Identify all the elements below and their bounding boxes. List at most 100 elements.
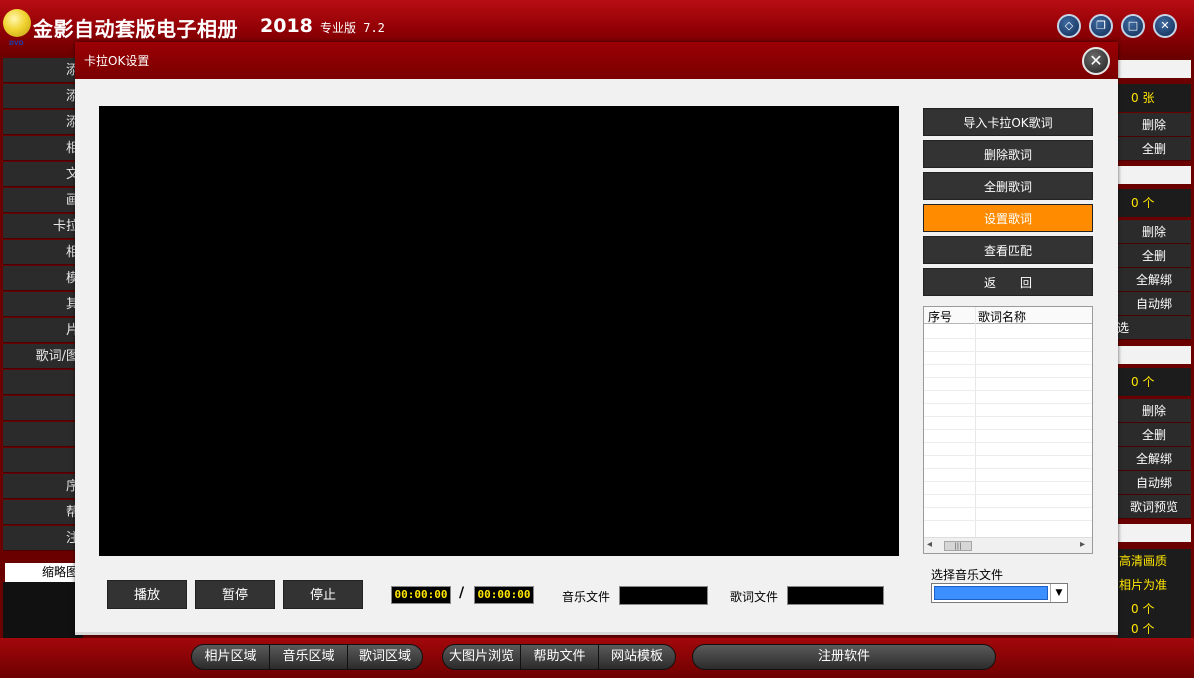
list-row-line [924, 403, 1092, 404]
left-menu-item[interactable] [3, 370, 83, 395]
left-menu-item[interactable]: 帮 [3, 500, 83, 525]
photo-delete-button[interactable]: 删除 [1117, 113, 1191, 137]
music-unbind-all-button[interactable]: 全解绑 [1117, 268, 1191, 292]
list-row-line [924, 455, 1092, 456]
left-menu-item[interactable]: 模 [3, 266, 83, 291]
list-row-line [924, 390, 1092, 391]
left-menu-item[interactable]: 相 [3, 240, 83, 265]
horizontal-scrollbar[interactable]: ◂ ||| ▸ [924, 537, 1092, 553]
left-menu-item[interactable]: 注 [3, 526, 83, 551]
music-auto-bind-button[interactable]: 自动绑 [1117, 292, 1191, 316]
list-row-line [924, 338, 1092, 339]
lyric-count: 0 个 [1117, 368, 1191, 396]
left-menu-item[interactable]: 其 [3, 292, 83, 317]
lyric-auto-bind-button[interactable]: 自动绑 [1117, 471, 1191, 495]
pause-button[interactable]: 暂停 [195, 580, 275, 609]
photo-area-button[interactable]: 相片区域 [192, 645, 270, 669]
dialog-close-icon[interactable]: ✕ [1082, 47, 1110, 75]
chevron-down-icon[interactable]: ▼ [1050, 584, 1067, 602]
left-menu-panel: 添 添 添 相 文 画 卡拉 相 模 其 片 歌词/图 序 帮 注 [3, 58, 83, 638]
left-menu-item[interactable]: 添 [3, 84, 83, 109]
left-menu-item[interactable]: 序 [3, 474, 83, 499]
music-count: 0 个 [1117, 189, 1191, 217]
list-row-line [924, 351, 1092, 352]
restore-icon[interactable]: ❐ [1089, 14, 1113, 38]
website-template-button[interactable]: 网站模板 [599, 645, 675, 669]
music-file-field[interactable] [619, 586, 708, 605]
list-header: 序号 歌词名称 [924, 307, 1092, 324]
large-image-browse-button[interactable]: 大图片浏览 [443, 645, 521, 669]
bottom-toolbar: 相片区域 音乐区域 歌词区域 大图片浏览 帮助文件 网站模板 注册软件 [0, 638, 1194, 678]
video-preview [99, 106, 899, 556]
music-file-label: 音乐文件 [562, 590, 611, 604]
scroll-thumb[interactable]: ||| [944, 541, 972, 551]
lyric-file-field[interactable] [787, 586, 884, 605]
list-row-line [924, 507, 1092, 508]
left-menu-item[interactable]: 卡拉 [3, 214, 83, 239]
left-menu-item[interactable]: 添 [3, 110, 83, 135]
column-header-lyric-name[interactable]: 歌词名称 [978, 308, 1026, 325]
left-menu-item[interactable]: 文 [3, 162, 83, 187]
set-lyrics-button[interactable]: 设置歌词 [923, 204, 1093, 232]
left-menu-item[interactable]: 相 [3, 136, 83, 161]
left-menu-item[interactable] [3, 448, 83, 473]
import-karaoke-lyrics-button[interactable]: 导入卡拉OK歌词 [923, 108, 1093, 136]
photo-section-header [1117, 60, 1191, 78]
lyric-preview-button[interactable]: 歌词预览 [1117, 495, 1191, 519]
left-menu-item[interactable]: 片 [3, 318, 83, 343]
app-title: 金影自动套版电子相册 [33, 17, 238, 41]
lyric-unbind-all-button[interactable]: 全解绑 [1117, 447, 1191, 471]
right-info-panel: 0 张 删除 全删 0 个 删除 全删 全解绑 自动绑 选 0 个 删除 全删 … [1117, 58, 1194, 638]
list-row-line [924, 377, 1092, 378]
diamond-icon[interactable]: ◇ [1057, 14, 1081, 38]
lyric-area-button[interactable]: 歌词区域 [348, 645, 422, 669]
list-row-line [924, 429, 1092, 430]
total-time-display: 00:00:00 [474, 586, 534, 604]
music-extra-item[interactable]: 选 [1117, 316, 1191, 340]
left-menu-item[interactable]: 添 [3, 58, 83, 83]
column-separator [975, 307, 976, 537]
left-menu-item[interactable]: 画 [3, 188, 83, 213]
app-year: 2018 [260, 15, 313, 37]
list-row-line [924, 442, 1092, 443]
left-menu-item[interactable] [3, 396, 83, 421]
lyric-delete-all-button[interactable]: 全删 [1117, 423, 1191, 447]
left-menu-item[interactable] [3, 422, 83, 447]
lyric-section-header [1117, 346, 1191, 364]
scroll-left-arrow-icon[interactable]: ◂ [927, 539, 932, 550]
app-logo-icon: DVD [3, 9, 31, 47]
stop-button[interactable]: 停止 [283, 580, 363, 609]
music-delete-all-button[interactable]: 全删 [1117, 244, 1191, 268]
left-menu-item[interactable]: 歌词/图 [3, 344, 83, 369]
list-row-line [924, 494, 1092, 495]
list-row-line [924, 520, 1092, 521]
photo-count: 0 张 [1117, 84, 1191, 112]
list-row-line [924, 416, 1092, 417]
delete-all-lyrics-button[interactable]: 全删歌词 [923, 172, 1093, 200]
view-match-button[interactable]: 查看匹配 [923, 236, 1093, 264]
delete-lyrics-button[interactable]: 删除歌词 [923, 140, 1093, 168]
list-row-line [924, 364, 1092, 365]
dialog-title: 卡拉OK设置 [84, 54, 150, 68]
return-button[interactable]: 返 回 [923, 268, 1093, 296]
lyric-file-label: 歌词文件 [730, 590, 779, 604]
list-row-line [924, 481, 1092, 482]
play-button[interactable]: 播放 [107, 580, 187, 609]
maximize-icon[interactable]: □ [1121, 14, 1145, 38]
column-header-seq[interactable]: 序号 [928, 308, 952, 325]
tools-tab-group: 大图片浏览 帮助文件 网站模板 [442, 644, 676, 670]
help-file-button[interactable]: 帮助文件 [521, 645, 599, 669]
music-area-button[interactable]: 音乐区域 [270, 645, 348, 669]
lyric-list[interactable]: 序号 歌词名称 ◂ ||| ▸ [923, 306, 1093, 554]
scroll-right-arrow-icon[interactable]: ▸ [1080, 539, 1085, 550]
photo-delete-all-button[interactable]: 全删 [1117, 137, 1191, 161]
photo-basis-label: 相片为准 [1117, 573, 1191, 597]
current-time-display: 00:00:00 [391, 586, 451, 604]
lyric-delete-button[interactable]: 删除 [1117, 399, 1191, 423]
thumbnail-tab[interactable]: 缩略图 [5, 563, 80, 582]
register-software-button[interactable]: 注册软件 [693, 645, 995, 669]
music-file-select[interactable]: ▼ [931, 583, 1068, 603]
quality-label: 高清画质 [1117, 549, 1191, 573]
music-delete-button[interactable]: 删除 [1117, 220, 1191, 244]
close-window-icon[interactable]: ✕ [1153, 14, 1177, 38]
